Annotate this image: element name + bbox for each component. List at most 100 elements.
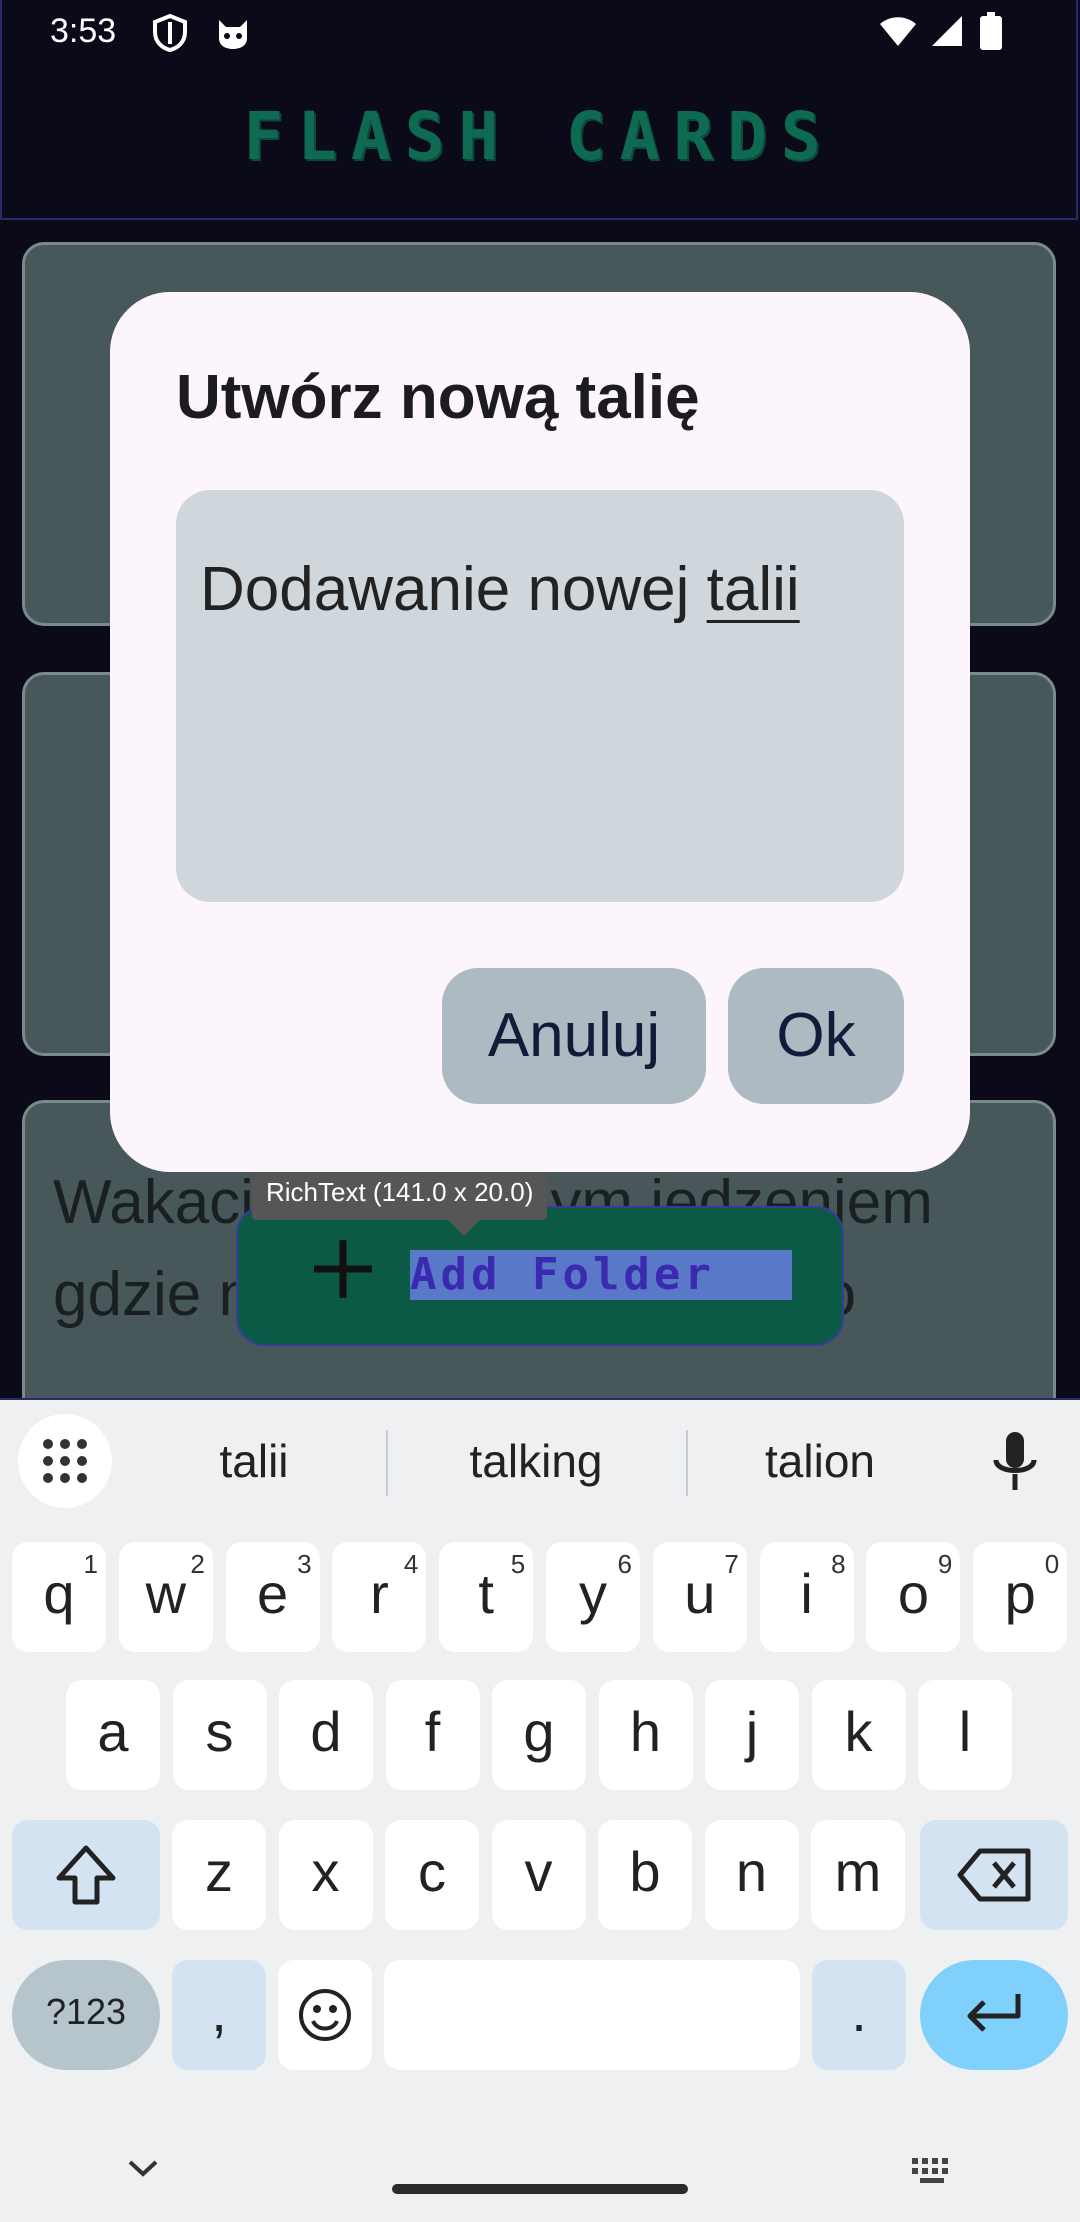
enter-key[interactable]	[920, 1960, 1068, 2070]
period-key[interactable]: .	[812, 1960, 906, 2070]
key-label: m	[834, 1840, 882, 1903]
keyboard-apps-button[interactable]	[18, 1414, 112, 1508]
key-label: h	[629, 1700, 662, 1763]
key-label: p	[1004, 1562, 1036, 1625]
dialog-title: Utwórz nową talię	[176, 363, 700, 432]
key-label: c	[418, 1840, 446, 1903]
key-label: u	[684, 1562, 716, 1625]
key-label: z	[205, 1840, 233, 1903]
enter-icon	[967, 1994, 1021, 2032]
key-i[interactable]: i8	[759, 1542, 854, 1652]
key-hint: 9	[937, 1549, 953, 1579]
key-s[interactable]: s	[172, 1680, 267, 1790]
key-label: i	[800, 1562, 813, 1625]
plus-icon	[314, 1240, 372, 1298]
suggestion-item[interactable]: talion	[710, 1434, 930, 1488]
key-hint: 0	[1044, 1549, 1060, 1579]
key-m[interactable]: m	[811, 1820, 905, 1930]
key-label: j	[745, 1700, 759, 1763]
key-label: o	[897, 1562, 929, 1625]
key-label: x	[311, 1840, 340, 1903]
microphone-icon[interactable]	[990, 1430, 1040, 1496]
key-hint: 1	[83, 1549, 98, 1579]
key-hint: 3	[297, 1549, 312, 1579]
deck-name-field[interactable]: Dodawanie nowej talii	[176, 490, 904, 902]
key-n[interactable]: n	[704, 1820, 799, 1930]
key-label: y	[579, 1562, 607, 1625]
gesture-nav-handle[interactable]	[392, 2184, 688, 2194]
key-label: r	[370, 1562, 389, 1625]
key-label: b	[629, 1840, 661, 1903]
key-h[interactable]: h	[598, 1680, 693, 1790]
key-l[interactable]: l	[918, 1680, 1012, 1790]
key-e[interactable]: e3	[225, 1542, 320, 1652]
chevron-down-icon[interactable]	[126, 2156, 160, 2180]
key-label: e	[257, 1562, 289, 1625]
inspector-tooltip: RichText (141.0 x 20.0)	[252, 1164, 548, 1220]
suggestion-strip: talii talking talion	[0, 1400, 1080, 1524]
suggestion-divider	[686, 1430, 688, 1496]
app-bar: FLASH CARDS	[0, 0, 1078, 220]
comma-key[interactable]: ,	[172, 1960, 266, 2070]
key-hint: 4	[403, 1549, 419, 1579]
key-x[interactable]: x	[278, 1820, 373, 1930]
backspace-key[interactable]	[920, 1820, 1068, 1930]
suggestion-item[interactable]: talking	[426, 1434, 646, 1488]
key-label: t	[478, 1562, 494, 1625]
key-g[interactable]: g	[492, 1680, 586, 1790]
emoji-icon	[299, 1989, 351, 2041]
key-label: k	[844, 1700, 873, 1763]
key-hint: 8	[831, 1549, 846, 1579]
key-label: v	[524, 1840, 553, 1903]
key-label: q	[43, 1562, 75, 1625]
tooltip-arrow	[446, 1218, 482, 1236]
key-hint: 7	[724, 1549, 739, 1579]
key-v[interactable]: v	[491, 1820, 586, 1930]
key-label: f	[424, 1700, 441, 1763]
suggestion-divider	[386, 1430, 388, 1496]
key-q[interactable]: q1	[12, 1542, 106, 1652]
key-f[interactable]: f	[385, 1680, 480, 1790]
composing-word: talii	[706, 555, 800, 624]
key-o[interactable]: o9	[866, 1542, 961, 1652]
ok-button[interactable]: Ok	[728, 968, 904, 1104]
deck-name-text: Dodawanie nowej	[200, 555, 707, 624]
create-deck-dialog: Utwórz nową talię Dodawanie nowej talii …	[110, 292, 970, 1172]
app-title: FLASH CARDS	[243, 98, 835, 175]
key-c[interactable]: c	[385, 1820, 479, 1930]
key-hint: 6	[617, 1549, 632, 1579]
symbols-key[interactable]: ?123	[12, 1960, 160, 2070]
cancel-button[interactable]: Anuluj	[442, 968, 706, 1104]
key-r[interactable]: r4	[332, 1542, 427, 1652]
key-p[interactable]: p0	[973, 1542, 1068, 1652]
key-w[interactable]: w2	[118, 1542, 213, 1652]
key-z[interactable]: z	[172, 1820, 266, 1930]
add-folder-button[interactable]: Add Folder	[236, 1206, 844, 1346]
key-label: n	[735, 1840, 768, 1903]
emoji-key[interactable]	[278, 1960, 372, 2070]
shift-key[interactable]	[12, 1820, 160, 1930]
backspace-icon	[957, 1848, 1031, 1902]
key-label: l	[958, 1700, 972, 1763]
key-label: s	[205, 1700, 234, 1763]
keyboard-switch-icon[interactable]	[910, 2156, 956, 2186]
key-hint: 2	[190, 1549, 205, 1579]
key-j[interactable]: j	[705, 1680, 799, 1790]
key-d[interactable]: d	[279, 1680, 373, 1790]
key-t[interactable]: t5	[439, 1542, 534, 1652]
key-y[interactable]: y6	[546, 1542, 640, 1652]
key-label: w	[145, 1562, 187, 1625]
key-b[interactable]: b	[598, 1820, 692, 1930]
key-label: a	[97, 1700, 129, 1763]
key-a[interactable]: a	[66, 1680, 160, 1790]
add-folder-label: Add Folder	[410, 1250, 792, 1300]
key-label: d	[310, 1700, 342, 1763]
key-hint: 5	[510, 1549, 526, 1579]
suggestion-item[interactable]: talii	[144, 1434, 364, 1488]
key-label: g	[523, 1700, 555, 1763]
key-k[interactable]: k	[811, 1680, 906, 1790]
key-u[interactable]: u7	[652, 1542, 747, 1652]
space-key[interactable]	[384, 1960, 800, 2070]
deck-name-value: Dodawanie nowej talii	[200, 540, 860, 640]
shift-icon	[56, 1845, 116, 1905]
